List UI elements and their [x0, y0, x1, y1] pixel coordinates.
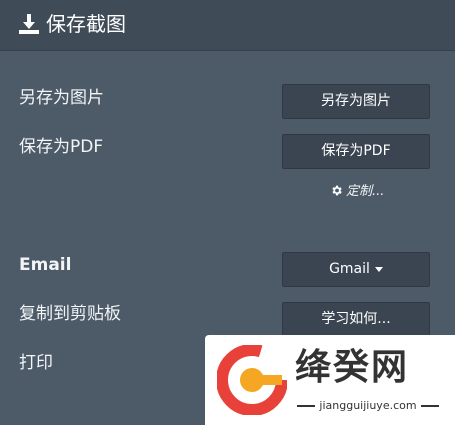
customize-label: 定制... — [346, 184, 385, 199]
caret-down-icon — [374, 266, 383, 272]
save-pdf-button[interactable]: 保存为PDF — [282, 134, 430, 169]
gear-icon — [332, 185, 342, 196]
learn-how-button[interactable]: 学习如何... — [282, 302, 430, 337]
divider — [297, 405, 316, 407]
email-label: Email — [19, 255, 72, 275]
email-select-value: Gmail — [329, 261, 370, 277]
print-label: 打印 — [19, 353, 53, 373]
watermark-text: 绛癸网 — [295, 347, 410, 388]
save-image-button[interactable]: 另存为图片 — [282, 84, 430, 119]
watermark-url: jiangguijiuye.com — [319, 399, 417, 412]
divider — [420, 405, 439, 407]
email-select-button[interactable]: Gmail — [282, 252, 430, 287]
download-icon — [19, 14, 39, 34]
save-pdf-label: 保存为PDF — [19, 137, 104, 157]
watermark: 绛癸网 jiangguijiuye.com — [205, 335, 455, 425]
customize-link[interactable]: 定制... — [330, 180, 384, 199]
watermark-url-row: jiangguijiuye.com — [293, 399, 443, 412]
watermark-logo — [217, 345, 287, 415]
panel-title: 保存截图 — [46, 12, 126, 36]
panel-header: 保存截图 — [0, 0, 455, 51]
save-image-label: 另存为图片 — [19, 88, 104, 108]
copy-clipboard-label: 复制到剪贴板 — [19, 304, 121, 324]
